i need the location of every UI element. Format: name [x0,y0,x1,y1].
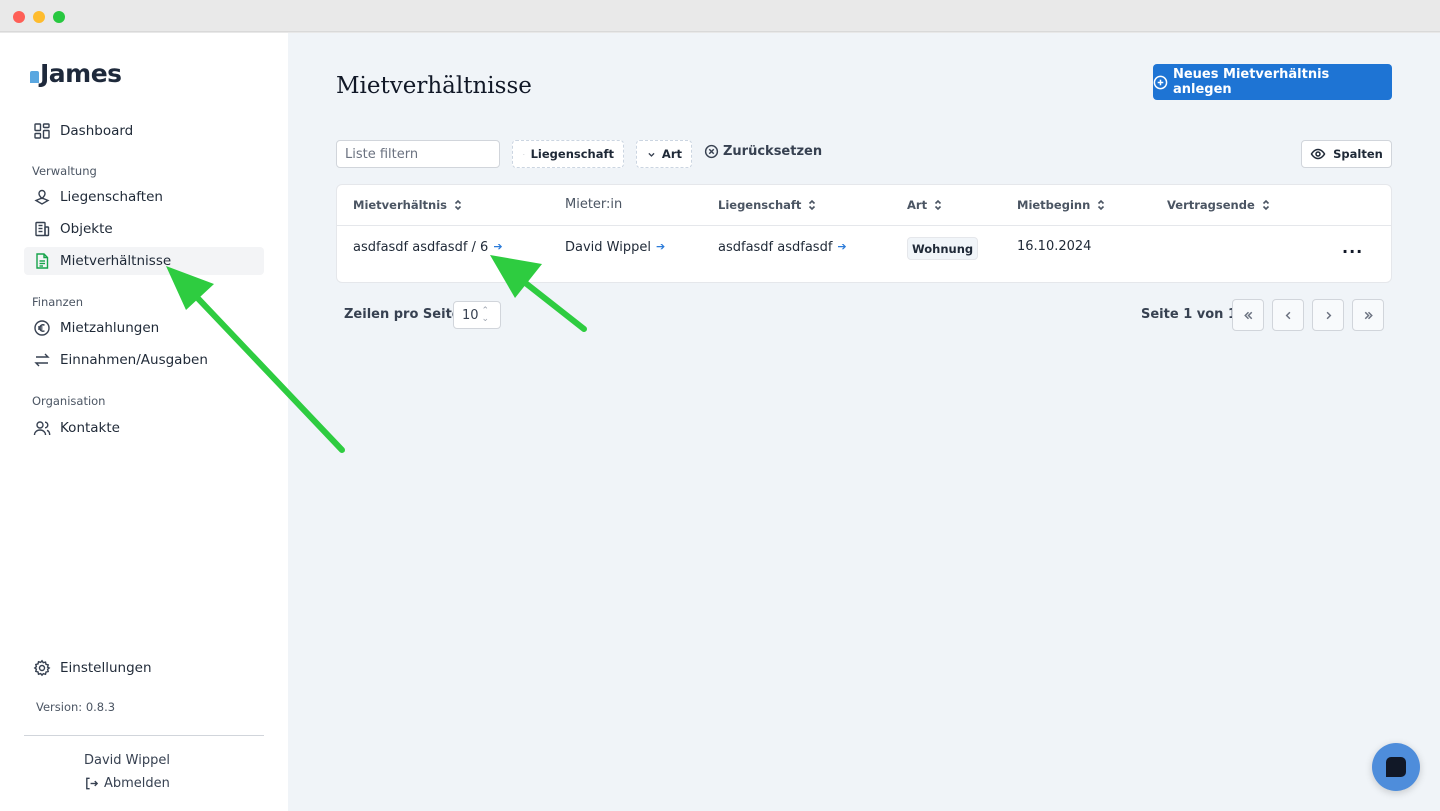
arrows-left-right-icon [32,350,52,370]
column-header-vertragsende[interactable]: Vertragsende [1167,198,1272,212]
sidebar-item-label: Mietverhältnisse [60,253,172,269]
type-badge: Wohnung [907,237,979,260]
sort-icon [935,199,942,211]
users-icon [32,418,52,438]
sidebar-item-mietverhaeltnisse[interactable]: Mietverhältnisse [24,247,264,275]
cell-mietbeginn: 16.10.2024 [1017,239,1092,254]
last-page-button[interactable] [1352,299,1384,331]
document-icon [32,251,52,271]
tenancies-table: Mietverhältnis Mieter:in Liegenschaft Ar… [336,184,1392,283]
maximize-window-button[interactable] [53,11,65,23]
minimize-window-button[interactable] [33,11,45,23]
filter-liegenschaft-button[interactable]: Liegenschaft [512,140,624,168]
chevron-down-icon [523,153,525,155]
logo-house-icon [30,70,39,83]
sidebar-item-dashboard[interactable]: Dashboard [24,117,264,145]
previous-page-button[interactable] [1272,299,1304,331]
app-logo[interactable]: James [30,59,122,88]
rows-per-page-label: Zeilen pro Seite [344,307,461,322]
select-caret-icon: ⌃ ⌄ [481,306,490,324]
sidebar: James Dashboard Verwaltung Liegenschafte… [0,33,288,811]
sidebar-item-label: Einstellungen [60,660,152,676]
sort-icon [809,199,816,211]
sidebar-item-label: Kontakte [60,420,120,436]
building-icon [32,219,52,239]
new-tenancy-button[interactable]: Neues Mietverhältnis anlegen [1153,64,1392,100]
open-property-arrow-icon[interactable]: ➔ [837,240,846,253]
plus-circle-icon [1153,75,1168,89]
cell-liegenschaft: asdfasdf asdfasdf ➔ [718,239,847,256]
chevrons-right-icon [1364,311,1373,319]
chevron-left-icon [1285,311,1290,319]
dashboard-grid-icon [32,121,52,141]
header-divider [337,225,1391,226]
logout-link[interactable]: Abmelden [84,776,170,791]
sort-icon [454,199,462,211]
logout-icon [86,777,99,790]
chat-support-button[interactable] [1372,743,1420,791]
sidebar-item-label: Objekte [60,221,113,237]
map-pin-icon [32,187,52,207]
close-circle-icon [704,144,719,159]
sidebar-item-liegenschaften[interactable]: Liegenschaften [24,183,264,211]
nav-section-organisation: Organisation [32,394,106,408]
row-actions-kebab-icon[interactable]: ··· [1342,242,1363,261]
sidebar-divider [24,735,264,736]
chevron-down-icon [648,152,655,157]
column-header-mietbeginn[interactable]: Mietbeginn [1017,198,1107,212]
sidebar-item-label: Mietzahlungen [60,320,160,336]
column-header-art[interactable]: Art [907,198,944,212]
sidebar-item-label: Dashboard [60,123,134,139]
chevron-right-icon [1326,311,1331,319]
columns-button[interactable]: Spalten [1301,140,1392,168]
nav-section-verwaltung: Verwaltung [32,164,97,178]
euro-coin-icon [32,318,52,338]
column-header-mietverhaeltnis[interactable]: Mietverhältnis [353,198,464,212]
page-title: Mietverhältnisse [336,73,532,99]
column-header-liegenschaft[interactable]: Liegenschaft [718,198,818,212]
gear-icon [32,658,52,678]
close-window-button[interactable] [13,11,25,23]
nav-section-finanzen: Finanzen [32,295,83,309]
sort-icon [1098,199,1105,211]
column-header-mieter: Mieter:in [565,197,623,212]
app-version: Version: 0.8.3 [36,700,116,714]
chevrons-left-icon [1243,311,1252,319]
sidebar-item-kontakte[interactable]: Kontakte [24,414,264,442]
sidebar-item-objekte[interactable]: Objekte [24,215,264,243]
current-user-name: David Wippel [84,753,170,768]
rows-per-page-select[interactable]: 10 ⌃ ⌄ [453,301,501,329]
sidebar-item-mietzahlungen[interactable]: Mietzahlungen [24,314,264,342]
next-page-button[interactable] [1312,299,1344,331]
window-titlebar [0,0,1440,32]
sidebar-item-label: Einnahmen/Ausgaben [60,352,208,368]
main-content: Mietverhältnisse Neues Mietverhältnis an… [288,33,1440,811]
filter-art-button[interactable]: Art [636,140,692,168]
sidebar-item-label: Liegenschaften [60,189,163,205]
cell-mietverhaeltnis: asdfasdf asdfasdf / 6 ➔ [353,239,503,256]
sidebar-item-einstellungen[interactable]: Einstellungen [24,654,264,682]
chat-bubble-icon [1386,757,1406,777]
sidebar-item-einnahmen-ausgaben[interactable]: Einnahmen/Ausgaben [24,346,264,374]
sort-icon [1262,199,1269,211]
open-tenancy-arrow-icon[interactable]: ➔ [493,240,502,253]
open-tenant-arrow-icon[interactable]: ➔ [656,240,665,253]
reset-filters-button[interactable]: Zurücksetzen [704,144,822,159]
page-info: Seite 1 von 1 [1141,307,1237,322]
list-filter-input[interactable] [336,140,500,168]
cell-mieter: David Wippel ➔ [565,239,666,256]
first-page-button[interactable] [1232,299,1264,331]
eye-icon [1310,148,1326,160]
